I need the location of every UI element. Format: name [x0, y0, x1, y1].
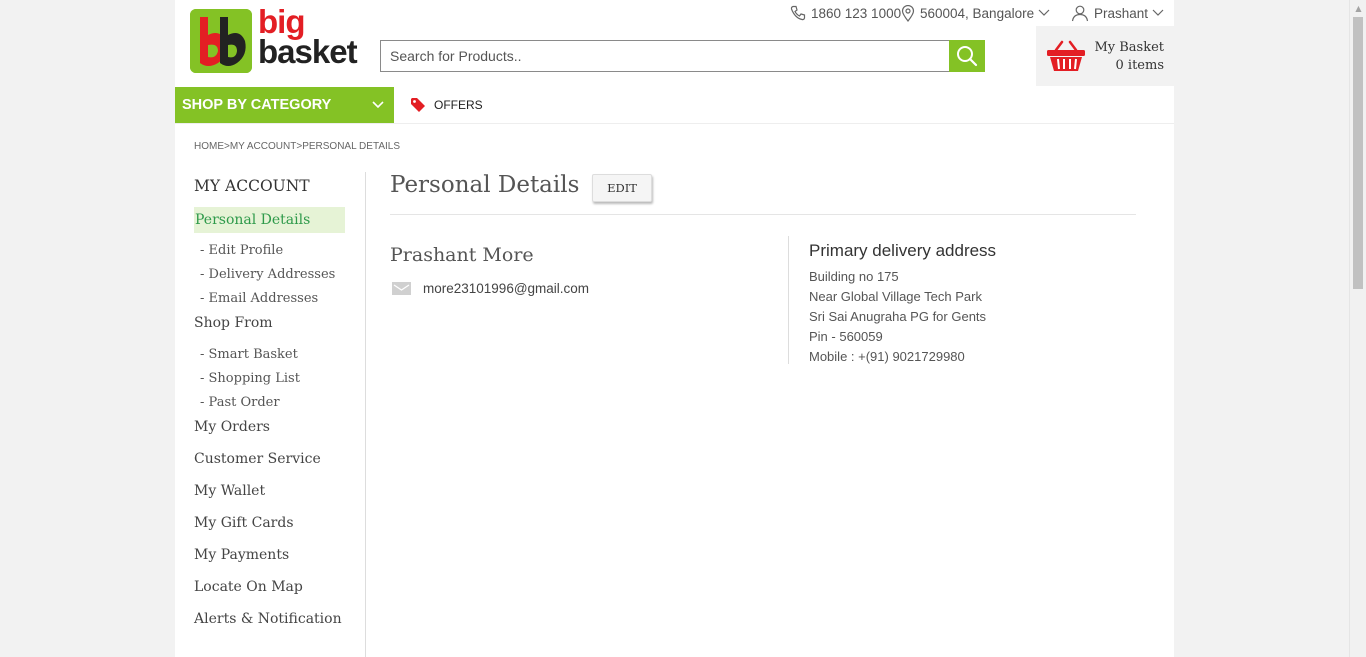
user-menu[interactable]: Prashant — [1071, 4, 1169, 22]
sidebar-item-my-orders[interactable]: My Orders — [194, 419, 270, 435]
sidebar-item-my-payments[interactable]: My Payments — [194, 547, 289, 563]
profile-name: Prashant More — [390, 244, 534, 266]
scroll-up-arrow-icon[interactable]: ▲ — [1350, 0, 1366, 17]
sidebar-item-my-gift-cards[interactable]: My Gift Cards — [194, 515, 294, 531]
chevron-down-icon — [1152, 9, 1164, 16]
basket-title: My Basket — [1094, 40, 1164, 55]
logo-basket-text: basket — [258, 33, 358, 70]
sidebar-title: MY ACCOUNT — [194, 177, 310, 195]
envelope-icon — [392, 282, 411, 295]
profile-email-row: more23101996@gmail.com — [392, 281, 589, 296]
sidebar-item-past-order[interactable]: - Past Order — [200, 395, 280, 410]
shop-by-category-label: SHOP BY CATEGORY — [182, 97, 332, 113]
bigbasket-logo[interactable]: big basket — [190, 5, 358, 73]
sidebar-item-edit-profile[interactable]: - Edit Profile — [200, 243, 283, 258]
search-icon — [957, 46, 978, 67]
breadcrumb-current: PERSONAL DETAILS — [302, 141, 400, 152]
title-divider — [390, 214, 1136, 215]
sidebar-divider — [365, 172, 366, 657]
address-pin: Pin - 560059 — [809, 329, 883, 344]
basket-summary: My Basket 0 items — [1094, 39, 1164, 75]
address-line: Sri Sai Anugraha PG for Gents — [809, 309, 987, 324]
search-button[interactable] — [949, 40, 985, 72]
phone-link[interactable]: 1860 123 1000 — [790, 4, 901, 22]
address-line: Building no 175 — [809, 269, 899, 284]
phone-number: 1860 123 1000 — [811, 5, 902, 21]
my-basket-button[interactable]: My Basket 0 items — [1036, 26, 1174, 86]
shop-by-category-button[interactable]: SHOP BY CATEGORY — [175, 87, 394, 123]
sidebar-item-customer-service[interactable]: Customer Service — [194, 451, 321, 467]
edit-button[interactable]: EDIT — [592, 174, 652, 202]
sidebar-item-delivery-addresses[interactable]: - Delivery Addresses — [200, 267, 335, 282]
address-divider — [788, 236, 789, 364]
sidebar-item-alerts-notification[interactable]: Alerts & Notification — [194, 611, 342, 627]
page-scrollbar[interactable]: ▲ — [1349, 0, 1366, 657]
breadcrumb-home[interactable]: HOME — [194, 141, 224, 152]
basket-count: 0 items — [1115, 58, 1164, 73]
address-title: Primary delivery address — [809, 241, 997, 260]
address-mobile: Mobile : +(91) 9021729980 — [809, 349, 965, 364]
sidebar-item-smart-basket[interactable]: - Smart Basket — [200, 347, 298, 362]
address-line: Near Global Village Tech Park — [809, 289, 982, 304]
sidebar-item-locate-on-map[interactable]: Locate On Map — [194, 579, 303, 595]
search-bar — [380, 40, 985, 72]
tag-icon — [411, 98, 425, 112]
logo-wordmark: big basket — [258, 5, 358, 70]
offers-link[interactable]: OFFERS — [410, 87, 483, 123]
phone-icon — [790, 5, 806, 21]
nav-bar: SHOP BY CATEGORY OFFERS — [175, 87, 1174, 124]
offers-label: OFFERS — [434, 98, 483, 112]
sidebar-item-personal-details[interactable]: Personal Details — [194, 207, 345, 233]
sidebar-item-email-addresses[interactable]: - Email Addresses — [200, 291, 318, 306]
location-selector[interactable]: 560004, Bangalore — [901, 4, 1055, 22]
chevron-down-icon — [372, 101, 384, 109]
sidebar-item-shop-from[interactable]: Shop From — [194, 315, 273, 331]
user-name: Prashant — [1094, 5, 1149, 21]
logo-mark-icon — [190, 9, 252, 73]
location-pin-icon — [901, 4, 915, 22]
page-container: big basket 1860 123 1000 560004, Bangalo… — [175, 0, 1174, 657]
location-text: 560004, Bangalore — [920, 5, 1035, 21]
scrollbar-thumb[interactable] — [1353, 17, 1363, 289]
sidebar-item-shopping-list[interactable]: - Shopping List — [200, 371, 300, 386]
profile-email: more23101996@gmail.com — [423, 281, 590, 296]
breadcrumb: HOME>MY ACCOUNT>PERSONAL DETAILS — [194, 141, 400, 152]
basket-icon — [1047, 40, 1085, 71]
primary-address-block: Primary delivery address Building no 175… — [809, 241, 996, 367]
page-title: Personal Details — [390, 172, 580, 198]
search-input[interactable] — [381, 41, 941, 71]
sidebar-item-my-wallet[interactable]: My Wallet — [194, 483, 265, 499]
chevron-down-icon — [1038, 9, 1050, 16]
user-icon — [1071, 5, 1089, 21]
breadcrumb-my-account[interactable]: MY ACCOUNT — [230, 141, 297, 152]
